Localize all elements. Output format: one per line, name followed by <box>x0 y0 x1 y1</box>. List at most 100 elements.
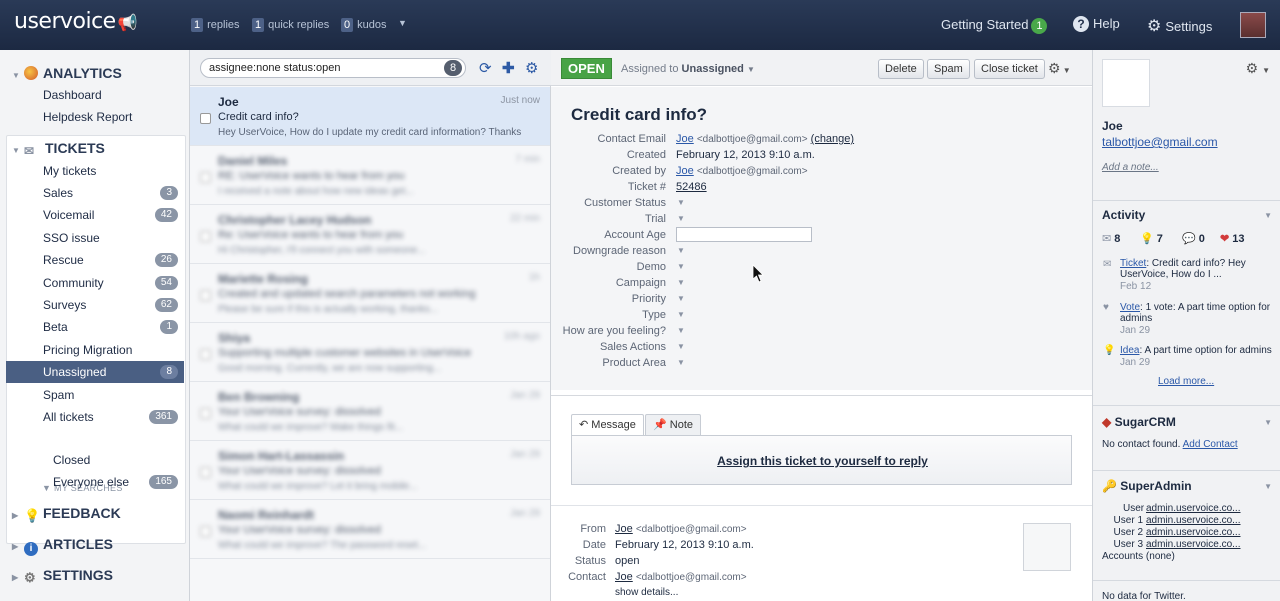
stats-dropdown-icon[interactable]: ▼ <box>398 18 407 28</box>
chevron-down-icon[interactable]: ▼ <box>677 294 685 303</box>
search-input[interactable] <box>200 58 466 78</box>
creator-link[interactable]: Joe <box>676 165 694 177</box>
help-link[interactable]: ? Help <box>1073 16 1120 32</box>
ticket-row[interactable]: Naomi Reinhardt Jan 29 Your UserVoice surv… <box>190 500 550 559</box>
nav-spam[interactable]: Spam <box>6 384 184 406</box>
assignee-dropdown[interactable]: Assigned to Unassigned ▼ <box>621 63 755 75</box>
gear-icon[interactable]: ⚙ <box>525 59 538 77</box>
analytics-icon <box>24 66 38 80</box>
settings-header[interactable]: ▶ ⚙ SETTINGS <box>12 567 113 585</box>
chevron-down-icon[interactable]: ▼ <box>1264 211 1272 220</box>
nav-my-tickets[interactable]: My tickets <box>6 160 184 182</box>
ticket-row[interactable]: Shiya 10h ago Supporting multiple customer… <box>190 323 550 382</box>
ticket-row[interactable]: Simon Hart-Lassassin Jan 29 Your UserVoice… <box>190 441 550 500</box>
show-details-link[interactable]: show details... <box>615 587 678 598</box>
envelope-icon: ✉ <box>1103 259 1112 270</box>
feedback-header[interactable]: ▶ 💡 FEEDBACK <box>12 505 121 523</box>
nav-all-tickets[interactable]: All tickets 361 <box>6 406 184 428</box>
ticket-row[interactable]: Mariette Rosing 1h Created and updated sea… <box>190 264 550 323</box>
superadmin-link[interactable]: admin.uservoice.co... <box>1146 515 1241 526</box>
refresh-icon[interactable]: ⟳ <box>479 59 492 77</box>
row-checkbox[interactable] <box>200 231 211 242</box>
row-checkbox[interactable] <box>200 172 211 183</box>
nav-voicemail[interactable]: Voicemail 42 <box>6 204 184 226</box>
assign-to-self-link[interactable]: Assign this ticket to yourself to reply <box>572 454 1073 468</box>
user-avatar[interactable] <box>1240 12 1266 38</box>
gear-icon[interactable]: ⚙ ▼ <box>1246 60 1270 77</box>
chevron-down-icon[interactable]: ▼ <box>677 342 685 351</box>
nav-unassigned[interactable]: Unassigned 8 <box>6 361 184 383</box>
change-contact-link[interactable]: (change) <box>811 133 854 145</box>
row-subject: Created and updated search parameters no… <box>218 288 476 300</box>
account-age-input[interactable] <box>676 227 812 242</box>
tab-message[interactable]: ↶ Message <box>571 414 644 435</box>
row-preview: Please be sure if this is actually worki… <box>218 304 439 315</box>
chevron-down-icon[interactable]: ▼ <box>677 358 685 367</box>
activity-link[interactable]: Idea <box>1120 345 1139 356</box>
nav-dashboard[interactable]: Dashboard <box>6 84 184 106</box>
pin-icon: 📌 <box>653 419 667 431</box>
nav-community[interactable]: Community 54 <box>6 272 184 294</box>
chevron-down-icon[interactable]: ▼ <box>1264 418 1272 427</box>
superadmin-link[interactable]: admin.uservoice.co... <box>1146 503 1241 514</box>
replies-stat: 1 replies <box>191 18 240 32</box>
getting-started-link[interactable]: Getting Started 1 <box>941 17 1048 34</box>
nav-pricing-migration[interactable]: Pricing Migration <box>6 339 184 361</box>
chevron-down-icon[interactable]: ▼ <box>677 246 685 255</box>
delete-button[interactable]: Delete <box>878 59 924 79</box>
ticket-gear-menu[interactable]: ⚙ ▼ <box>1048 60 1071 77</box>
contact-name: Joe <box>1102 119 1123 133</box>
from-link[interactable]: Joe <box>615 523 633 535</box>
contact-link[interactable]: Joe <box>676 133 694 145</box>
contact-field: Contact Joe <dalbottjoe@gmail.com> <box>568 571 747 583</box>
chevron-down-icon[interactable]: ▼ <box>677 214 685 223</box>
nav-surveys[interactable]: Surveys 62 <box>6 294 184 316</box>
contact-link[interactable]: Joe <box>615 571 633 583</box>
logo[interactable]: uservoice 📢 <box>14 9 138 34</box>
ticket-number-field: Ticket #52486 <box>627 181 707 193</box>
nav-search-closed[interactable]: Closed <box>6 449 184 471</box>
status-badge[interactable]: OPEN <box>561 58 612 79</box>
activity-link[interactable]: Vote <box>1120 302 1140 313</box>
ticket-row[interactable]: Joe Just now Credit card info? Hey UserV… <box>190 87 550 146</box>
row-checkbox[interactable] <box>200 113 211 124</box>
add-contact-link[interactable]: Add Contact <box>1183 439 1238 450</box>
row-checkbox[interactable] <box>200 408 211 419</box>
superadmin-link[interactable]: admin.uservoice.co... <box>1146 539 1241 550</box>
close-ticket-button[interactable]: Close ticket <box>974 59 1045 79</box>
spam-button[interactable]: Spam <box>927 59 970 79</box>
row-preview: Hi Christopher, I'll connect you with so… <box>218 245 426 256</box>
tickets-header[interactable]: ▼ ✉ TICKETS <box>12 140 105 158</box>
contact-email-link[interactable]: talbottjoe@gmail.com <box>1102 135 1218 149</box>
settings-link[interactable]: ⚙ Settings <box>1147 16 1212 36</box>
analytics-header[interactable]: ▼ ANALYTICS <box>12 65 122 81</box>
ticket-number-link[interactable]: 52486 <box>676 181 707 193</box>
chevron-down-icon[interactable]: ▼ <box>677 326 685 335</box>
ticket-row[interactable]: Daniel Miles 7 min RE: UserVoice wants to … <box>190 146 550 205</box>
ticket-row[interactable]: Christopher Lacey Hudson 22 min Re: UserVo… <box>190 205 550 264</box>
superadmin-link[interactable]: admin.uservoice.co... <box>1146 527 1241 538</box>
nav-search-everyone-else[interactable]: Everyone else 165 <box>6 471 184 493</box>
chevron-down-icon[interactable]: ▼ <box>677 278 685 287</box>
articles-header[interactable]: ▶ i ARTICLES <box>12 536 113 556</box>
add-ticket-icon[interactable]: ✚ <box>502 59 515 77</box>
nav-helpdesk-report[interactable]: Helpdesk Report <box>6 106 184 128</box>
activity-link[interactable]: Ticket <box>1120 258 1146 269</box>
chevron-down-icon[interactable]: ▼ <box>1264 482 1272 491</box>
load-more-link[interactable]: Load more... <box>1158 376 1214 387</box>
nav-sales[interactable]: Sales 3 <box>6 182 184 204</box>
chevron-down-icon[interactable]: ▼ <box>677 198 685 207</box>
nav-rescue[interactable]: Rescue 26 <box>6 249 184 271</box>
chevron-down-icon[interactable]: ▼ <box>677 310 685 319</box>
ticket-row[interactable]: Ben Browning Jan 29 Your UserVoice survey:… <box>190 382 550 441</box>
nav-sso-issue[interactable]: SSO issue <box>6 227 184 249</box>
row-checkbox[interactable] <box>200 290 211 301</box>
idea-count: 💡 7 <box>1140 233 1163 245</box>
chevron-down-icon[interactable]: ▼ <box>677 262 685 271</box>
tab-note[interactable]: 📌 Note <box>645 414 702 435</box>
add-note-link[interactable]: Add a note... <box>1102 162 1159 173</box>
row-checkbox[interactable] <box>200 526 211 537</box>
nav-beta[interactable]: Beta 1 <box>6 316 184 338</box>
row-checkbox[interactable] <box>200 349 211 360</box>
row-checkbox[interactable] <box>200 467 211 478</box>
